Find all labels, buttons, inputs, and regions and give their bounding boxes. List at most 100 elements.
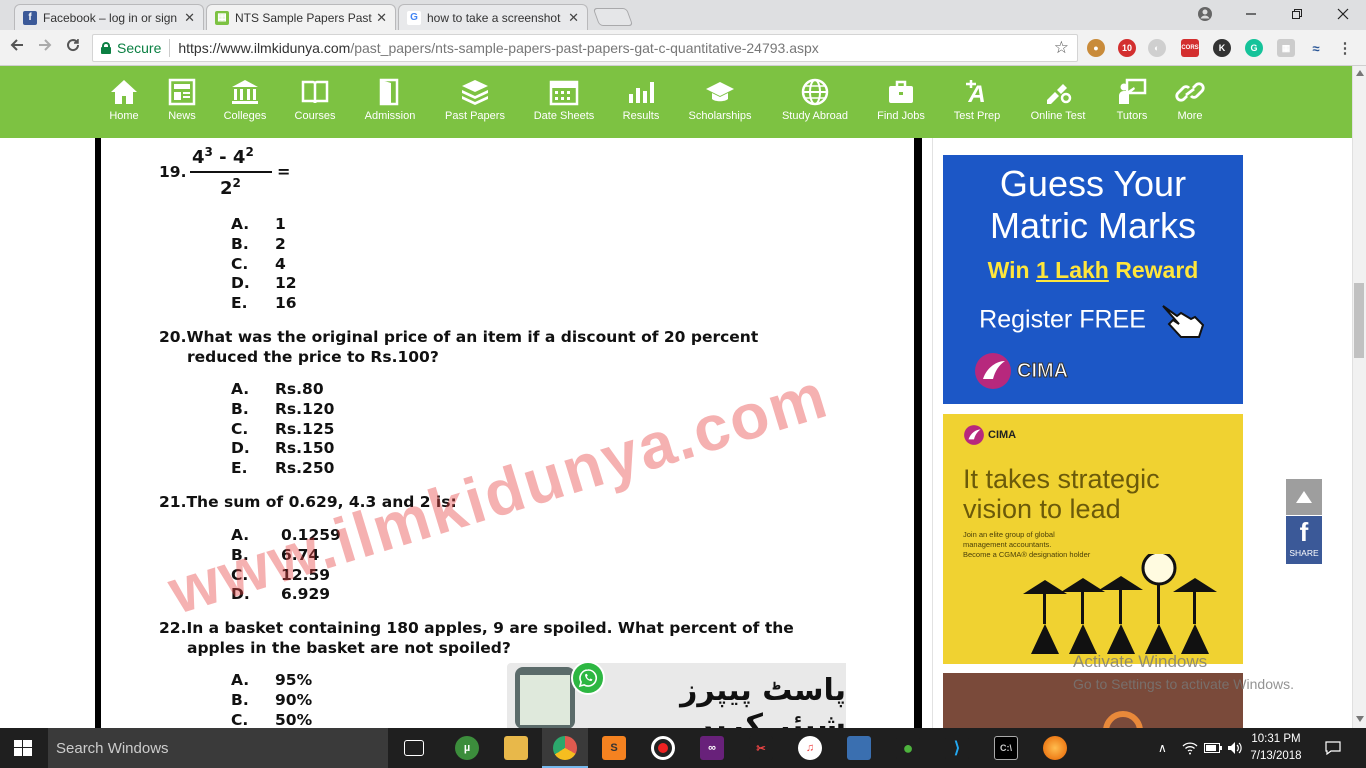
firefox-icon[interactable] xyxy=(1043,736,1067,760)
snipping-tool-icon[interactable]: ✂ xyxy=(749,736,773,760)
close-icon[interactable]: ✕ xyxy=(184,10,195,26)
option-b: B. 90% xyxy=(231,691,312,711)
link-icon xyxy=(1175,78,1205,106)
battery-icon[interactable] xyxy=(1204,728,1222,768)
cors-extension-icon[interactable]: CORS xyxy=(1181,39,1199,57)
utorrent-icon[interactable]: µ xyxy=(455,736,479,760)
nav-find-jobs[interactable]: Find Jobs xyxy=(874,78,928,122)
action-center-icon[interactable] xyxy=(1325,728,1341,768)
back-icon[interactable] xyxy=(6,37,28,58)
nav-test-prep[interactable]: A Test Prep xyxy=(950,78,1004,122)
cima-matric-marks-ad[interactable]: Guess Your Matric Marks Win 1 Lakh Rewar… xyxy=(943,155,1243,404)
mongodb-icon[interactable]: ● xyxy=(896,736,920,760)
nav-scholarships[interactable]: Scholarships xyxy=(684,78,756,122)
ad-register-cta[interactable]: Register FREE xyxy=(943,300,1243,342)
tab-google-search[interactable]: G how to take a screenshot ✕ xyxy=(398,4,588,30)
tab-strip: f Facebook – log in or sign ✕ ▦ NTS Samp… xyxy=(0,0,1366,30)
vscode-icon[interactable]: ⟩ xyxy=(945,736,969,760)
page-scrollbar[interactable] xyxy=(1352,66,1366,728)
close-icon[interactable]: ✕ xyxy=(568,10,579,26)
show-hidden-icons[interactable]: ∧ xyxy=(1158,728,1167,768)
option-letter: C. xyxy=(231,419,249,438)
nav-study-abroad[interactable]: Study Abroad xyxy=(778,78,852,122)
tab-facebook[interactable]: f Facebook – log in or sign ✕ xyxy=(14,4,204,30)
option-e: E. 16 xyxy=(231,294,297,314)
sublime-text-icon[interactable]: S xyxy=(602,736,626,760)
cima-logo: CIMA xyxy=(973,351,1069,391)
profile-icon[interactable] xyxy=(1182,0,1228,28)
file-explorer-icon[interactable] xyxy=(504,736,528,760)
bookmark-star-icon[interactable]: ☆ xyxy=(1054,38,1069,58)
facebook-share-button[interactable]: f SHARE xyxy=(1286,516,1322,564)
nav-tutors[interactable]: Tutors xyxy=(1112,78,1152,122)
new-tab-button[interactable] xyxy=(592,8,634,26)
option-letter: C. xyxy=(231,710,249,728)
address-bar[interactable]: Secure https://www.ilmkidunya.com/past_p… xyxy=(92,34,1078,62)
itunes-icon[interactable]: ♫ xyxy=(798,736,822,760)
reward-prefix: Win xyxy=(987,257,1036,283)
secure-indicator[interactable]: Secure xyxy=(93,40,161,56)
option-value: 16 xyxy=(275,294,297,313)
question-22-options: A. 95% B. 90% C. 50% xyxy=(231,671,312,728)
screen-recorder-icon[interactable] xyxy=(651,736,675,760)
nav-online-test[interactable]: Online Test xyxy=(1026,78,1090,122)
nav-past-papers[interactable]: Past Papers xyxy=(441,78,509,122)
nav-label: Results xyxy=(622,110,660,122)
question-20: 20.What was the original price of an ite… xyxy=(159,327,758,367)
tab-title: how to take a screenshot xyxy=(427,10,561,25)
windows-start-icon[interactable] xyxy=(14,740,32,761)
option-letter: D. xyxy=(231,274,250,293)
system-clock[interactable]: 10:31 PM 7/13/2018 xyxy=(1246,731,1306,765)
search-windows-box[interactable]: Search Windows xyxy=(48,728,388,768)
site-navigation: Home News Colleges Courses Admission Pas… xyxy=(0,66,1352,138)
cima-logo-icon xyxy=(975,353,1011,389)
nav-colleges[interactable]: Colleges xyxy=(219,78,271,122)
option-a: A. Rs.80 xyxy=(231,380,334,400)
scroll-down-arrow-icon[interactable] xyxy=(1356,716,1364,722)
wifi-icon[interactable] xyxy=(1182,728,1198,768)
whatsapp-share-banner[interactable]: پاسٹ پیپرز شیئر کریں۔ xyxy=(507,661,846,728)
search-placeholder: Search Windows xyxy=(56,739,169,757)
minimize-icon[interactable] xyxy=(1228,0,1274,28)
scrollbar-thumb[interactable] xyxy=(1354,283,1364,358)
grammarly-extension-icon[interactable]: G xyxy=(1245,39,1263,57)
vs-extension-icon[interactable]: ≈ xyxy=(1307,39,1325,57)
phone-screen xyxy=(520,675,570,725)
reload-icon[interactable] xyxy=(62,37,84,58)
question-19-options: A. 1 B. 2 C. 4 D. 12 E. 16 xyxy=(231,215,297,314)
nav-date-sheets[interactable]: Date Sheets xyxy=(530,78,598,122)
nav-admission[interactable]: Admission xyxy=(361,78,419,122)
nav-news[interactable]: News xyxy=(164,78,200,122)
command-prompt-icon[interactable]: C:\ xyxy=(994,736,1018,760)
adblock-extension-icon[interactable]: 10 xyxy=(1118,39,1136,57)
nav-label: Scholarships xyxy=(688,110,752,122)
forward-icon[interactable] xyxy=(34,37,56,58)
numerator-base: 4 xyxy=(192,147,205,168)
college-icon xyxy=(230,78,260,106)
nav-label: Past Papers xyxy=(445,110,505,122)
scroll-up-arrow-icon[interactable] xyxy=(1356,70,1364,76)
cima-strategic-vision-ad[interactable]: CIMA It takes strategic vision to lead J… xyxy=(943,414,1243,664)
task-view-icon[interactable] xyxy=(404,740,424,756)
restore-icon[interactable] xyxy=(1274,0,1320,28)
clock-time: 10:31 PM xyxy=(1251,733,1301,745)
numerator-exponent: 3 xyxy=(204,145,213,159)
close-icon[interactable]: ✕ xyxy=(376,10,387,26)
nav-courses[interactable]: Courses xyxy=(291,78,339,122)
visual-studio-icon[interactable]: ∞ xyxy=(700,736,724,760)
close-window-icon[interactable] xyxy=(1320,0,1366,28)
extension-icon[interactable]: ◐ xyxy=(1148,39,1166,57)
scroll-to-top-button[interactable] xyxy=(1286,479,1322,515)
nav-home[interactable]: Home xyxy=(106,78,142,122)
cookie-extension-icon[interactable]: ● xyxy=(1087,39,1105,57)
nav-more[interactable]: More xyxy=(1172,78,1208,122)
tab-title: NTS Sample Papers Past P xyxy=(235,10,373,25)
puzzle-extension-icon[interactable]: ▦ xyxy=(1277,39,1295,57)
tab-nts-sample-papers[interactable]: ▦ NTS Sample Papers Past P ✕ xyxy=(206,4,396,30)
k-extension-icon[interactable]: K xyxy=(1213,39,1231,57)
network-tool-icon[interactable] xyxy=(847,736,871,760)
nav-results[interactable]: Results xyxy=(620,78,662,122)
arrow-up-icon xyxy=(1296,491,1312,503)
volume-icon[interactable] xyxy=(1227,728,1243,768)
menu-kebab-icon[interactable]: ⋮ xyxy=(1336,39,1354,57)
